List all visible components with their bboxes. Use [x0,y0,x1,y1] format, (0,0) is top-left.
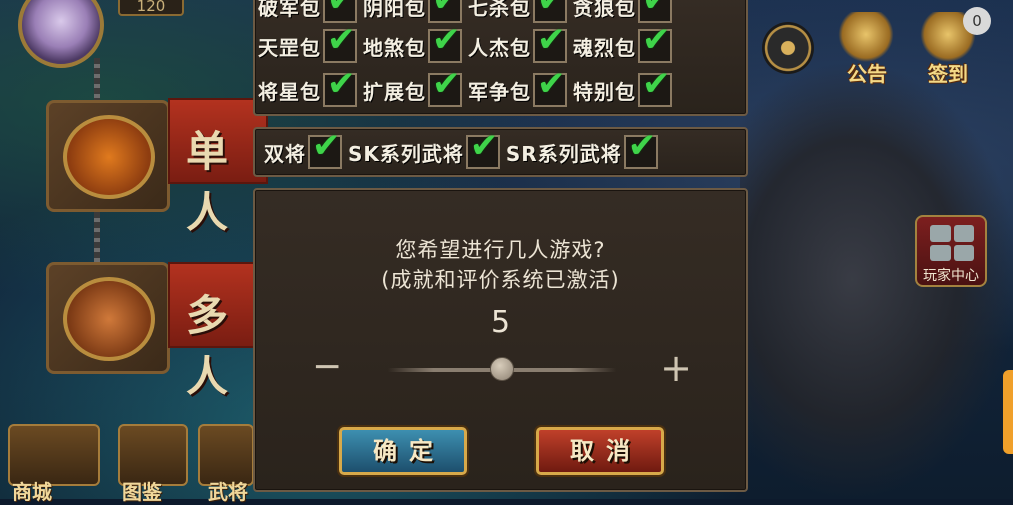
signin-label[interactable]: 签到 [928,58,968,87]
check-icon: ✔ [537,20,566,60]
pack-option[interactable]: 军争包 ✔ [468,67,573,107]
question-text: 您希望进行几人游戏? [395,238,606,262]
pack-option-label: 阴阳包 [363,0,426,20]
pack-option-label: 将星包 [258,79,321,104]
pack-option-label: 人杰包 [468,35,531,60]
general-option-label: SR系列武将 [505,141,622,166]
pack-row: 破军包 ✔ 阴阳包 ✔ 七杀包 ✔ 贪狼包 ✔ [258,0,678,24]
general-checkbox[interactable]: ✔ [308,129,342,169]
generals-label[interactable]: 武将 [208,476,248,505]
general-option[interactable]: SK系列武将 ✔ [348,129,506,169]
general-option-label: 双将 [264,141,306,166]
cancel-button[interactable]: 取消 [536,427,664,475]
general-checkbox[interactable]: ✔ [465,129,500,169]
fire-sword-icon [63,115,155,199]
pack-row: 天罡包 ✔ 地煞包 ✔ 人杰包 ✔ 魂烈包 ✔ [258,23,678,64]
level-badge: 120 [118,0,184,16]
player-center-button[interactable]: 玩家中心 [915,215,987,287]
apps-grid-icon [930,225,974,261]
decrease-button[interactable]: − [312,349,342,385]
check-icon: ✔ [432,64,461,104]
single-mode-emblem[interactable] [46,100,170,212]
crossed-swords-icon [63,277,155,361]
pack-checkbox[interactable]: ✔ [428,67,462,107]
slider-thumb[interactable] [490,357,514,381]
chain-decoration [94,212,100,262]
check-icon: ✔ [432,20,461,60]
pack-option-label: 贪狼包 [573,0,636,20]
pack-checkbox[interactable]: ✔ [323,67,357,107]
check-icon: ✔ [537,0,566,20]
chain-decoration [94,58,100,102]
general-option-label: SK系列武将 [348,141,464,166]
pack-row: 将星包 ✔ 扩展包 ✔ 军争包 ✔ 特别包 ✔ [258,67,678,108]
yinyang-icon[interactable] [762,22,814,74]
pack-checkbox[interactable]: ✔ [533,67,567,107]
drum-icon[interactable] [838,12,894,62]
check-icon: ✔ [537,64,566,104]
question-subtext: (成就和评价系统已激活) [381,268,620,292]
general-checkbox[interactable]: ✔ [623,129,658,169]
pack-option[interactable]: 天罡包 ✔ [258,23,363,63]
gallery-label[interactable]: 图鉴 [122,476,162,505]
confirm-button[interactable]: 确定 [339,427,467,475]
pack-option-label: 特别包 [573,79,636,104]
pack-option[interactable]: 扩展包 ✔ [363,67,468,107]
pack-option-label: 扩展包 [363,79,426,104]
pack-option-label: 军争包 [468,79,531,104]
check-icon: ✔ [327,20,356,60]
notification-badge: 0 [963,7,991,35]
pack-option-label: 七杀包 [468,0,531,20]
pack-option[interactable]: 魂烈包 ✔ [573,23,678,63]
general-option[interactable]: SR系列武将 ✔ [505,129,664,169]
pack-option[interactable]: 人杰包 ✔ [468,23,573,63]
pack-option-label: 地煞包 [363,35,426,60]
pack-option-label: 天罡包 [258,35,321,60]
shop-label[interactable]: 商城 [12,476,52,505]
pack-option[interactable]: 特别包 ✔ [573,67,678,107]
check-icon: ✔ [469,126,499,166]
check-icon: ✔ [642,20,671,60]
check-icon: ✔ [327,64,356,104]
pack-option-label: 破军包 [258,0,321,20]
pack-checkbox[interactable]: ✔ [638,67,672,107]
pack-checkbox[interactable]: ✔ [533,23,567,63]
check-icon: ✔ [327,0,356,20]
generals-option-row: 双将 ✔ SK系列武将 ✔ SR系列武将 ✔ [264,129,664,170]
pack-checkbox[interactable]: ✔ [323,23,357,63]
side-drawer-tab[interactable] [1003,370,1013,454]
pack-option[interactable]: 将星包 ✔ [258,67,363,107]
player-count-value: 5 [490,305,511,340]
check-icon: ✔ [642,0,671,20]
pack-option-label: 魂烈包 [573,35,636,60]
pack-checkbox[interactable]: ✔ [428,23,462,63]
increase-button[interactable]: + [660,349,692,387]
check-icon: ✔ [627,126,657,166]
check-icon: ✔ [432,0,461,20]
notice-label[interactable]: 公告 [847,58,887,87]
pack-checkbox[interactable]: ✔ [638,23,672,63]
check-icon: ✔ [312,126,341,166]
general-option[interactable]: 双将 ✔ [264,129,348,169]
check-icon: ✔ [642,64,671,104]
player-center-label: 玩家中心 [923,268,979,284]
pack-option[interactable]: 地煞包 ✔ [363,23,468,63]
multi-mode-emblem[interactable] [46,262,170,374]
